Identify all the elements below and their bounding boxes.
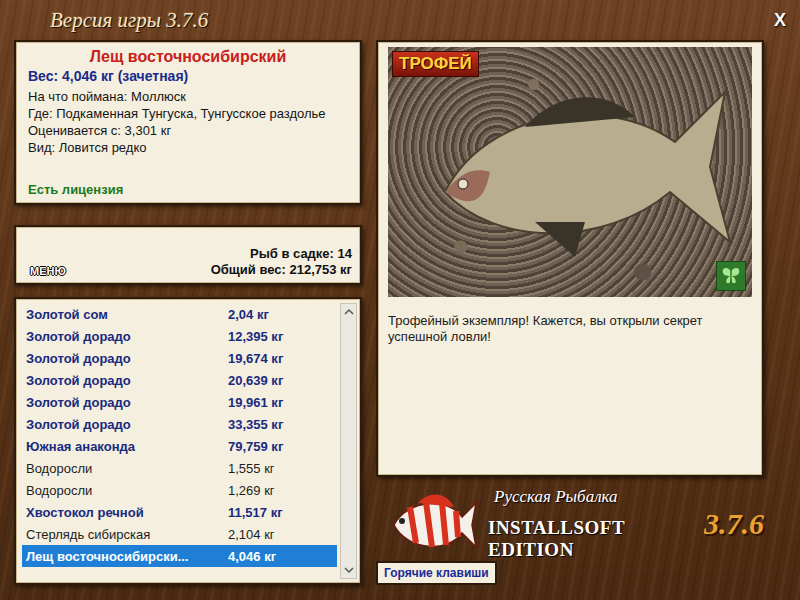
catch-name: Золотой дорадо — [26, 351, 228, 366]
left-column: Лещ восточносибирский Вес: 4,046 кг (заче… — [14, 40, 362, 585]
catch-name: Золотой дорадо — [26, 395, 228, 410]
catch-name: Золотой сом — [26, 307, 228, 322]
catch-row[interactable]: Золотой дорадо19,674 кг — [22, 347, 337, 369]
catch-row[interactable]: Золотой дорадо20,639 кг — [22, 369, 337, 391]
catch-name: Стерлядь сибирская — [26, 527, 228, 542]
logo-version: 3.7.6 — [704, 507, 764, 541]
trophy-badge: ТРОФЕЙ — [392, 51, 479, 77]
fish-name: Лещ восточносибирский — [28, 48, 348, 66]
catch-rows: Золотой сом2,04 кгЗолотой дорадо12,395 к… — [22, 303, 337, 579]
scroll-down-icon[interactable] — [344, 565, 354, 575]
catch-row[interactable]: Стерлядь сибирская2,104 кг — [22, 523, 337, 545]
fish-count: Рыб в садке: 14 — [250, 246, 352, 262]
fish-detail: Вид: Ловится редко — [28, 139, 348, 156]
catch-weight: 2,104 кг — [228, 527, 337, 542]
game-window: Версия игры 3.7.6 X Лещ восточносибирский В… — [0, 0, 800, 600]
catch-weight: 11,517 кг — [228, 505, 337, 520]
total-weight: Общий вес: 212,753 кг — [211, 262, 352, 278]
fish-detail: На что поймана: Моллюск — [28, 88, 348, 105]
catch-row[interactable]: Южная анаконда79,759 кг — [22, 435, 337, 457]
catch-row[interactable]: Лещ восточносибирски...4,046 кг — [22, 545, 337, 567]
catch-weight: 33,355 кг — [228, 417, 337, 432]
catch-name: Водоросли — [26, 483, 228, 498]
logo-edition-line: INSTALLSOFT EDITION3.7.6 — [488, 507, 764, 561]
catch-weight: 19,961 кг — [228, 395, 337, 410]
trophy-message: Трофейный экземпляр! Кажется, вы открыли… — [388, 313, 752, 345]
catch-weight: 19,674 кг — [228, 351, 337, 366]
fish-detail: Оценивается с: 3,301 кг — [28, 122, 348, 139]
catch-weight: 1,269 кг — [228, 483, 337, 498]
catch-row[interactable]: Золотой дорадо19,961 кг — [22, 391, 337, 413]
catch-row[interactable]: Золотой дорадо33,355 кг — [22, 413, 337, 435]
logo-texts: Русская РыбалкаINSTALLSOFT EDITION3.7.6 — [488, 487, 764, 561]
catch-weight: 79,759 кг — [228, 439, 337, 454]
catch-weight: 12,395 кг — [228, 329, 337, 344]
game-logo: Русская РыбалкаINSTALLSOFT EDITION3.7.6 — [376, 487, 764, 561]
catch-weight: 2,04 кг — [228, 307, 337, 322]
scrollbar[interactable] — [340, 303, 357, 579]
catch-row[interactable]: Водоросли1,555 кг — [22, 457, 337, 479]
catch-name: Южная анаконда — [26, 439, 228, 454]
bottom-area: Русская РыбалкаINSTALLSOFT EDITION3.7.6Г… — [376, 477, 764, 585]
catch-row[interactable]: Водоросли1,269 кг — [22, 479, 337, 501]
catch-list: Золотой сом2,04 кгЗолотой дорадо12,395 к… — [14, 297, 362, 585]
striped-fish-icon — [388, 491, 480, 557]
window-title: Версия игры 3.7.6 — [50, 8, 208, 33]
right-column: ТРОФЕЙ Трофейный экземпляр! Кажется, вы о… — [376, 40, 764, 585]
scroll-up-icon[interactable] — [344, 307, 354, 317]
license-status: Есть лицензия — [28, 182, 348, 197]
catch-name: Золотой дорадо — [26, 373, 228, 388]
fish-detail: Где: Подкаменная Тунгуска, Тунгусское ра… — [28, 105, 348, 122]
catch-name: Хвостокол речной — [26, 505, 228, 520]
butterfly-button[interactable] — [716, 261, 746, 291]
catch-weight: 20,639 кг — [228, 373, 337, 388]
catch-row[interactable]: Хвостокол речной11,517 кг — [22, 501, 337, 523]
bream-icon — [405, 72, 735, 272]
fish-photo: ТРОФЕЙ — [388, 47, 752, 297]
main-area: Лещ восточносибирский Вес: 4,046 кг (заче… — [0, 40, 800, 600]
summary-texts: Рыб в садке: 14Общий вес: 212,753 кг — [211, 246, 352, 278]
catch-name: Водоросли — [26, 461, 228, 476]
catch-row[interactable]: Золотой сом2,04 кг — [22, 303, 337, 325]
summary-panel: МЕНЮ Рыб в садке: 14Общий вес: 212,753 кг — [14, 225, 362, 285]
fish-weight: Вес: 4,046 кг (зачетная) — [28, 68, 348, 84]
catch-name: Золотой дорадо — [26, 417, 228, 432]
fish-info-panel: Лещ восточносибирский Вес: 4,046 кг (заче… — [14, 40, 362, 205]
catch-weight: 4,046 кг — [228, 549, 337, 564]
catch-name: Золотой дорадо — [26, 329, 228, 344]
close-button[interactable]: X — [770, 10, 790, 31]
butterfly-icon — [720, 265, 742, 287]
top-bar: Версия игры 3.7.6 X — [0, 0, 800, 40]
catch-name: Лещ восточносибирски... — [26, 549, 228, 564]
catch-weight: 1,555 кг — [228, 461, 337, 476]
photo-panel: ТРОФЕЙ Трофейный экземпляр! Кажется, вы о… — [376, 40, 764, 477]
hotkeys-button[interactable]: Горячие клавиши — [376, 561, 497, 585]
catch-row[interactable]: Золотой дорадо12,395 кг — [22, 325, 337, 347]
logo-edition: INSTALLSOFT EDITION — [488, 517, 698, 561]
menu-button[interactable]: МЕНЮ — [28, 264, 68, 278]
logo-title: Русская Рыбалка — [488, 487, 764, 507]
